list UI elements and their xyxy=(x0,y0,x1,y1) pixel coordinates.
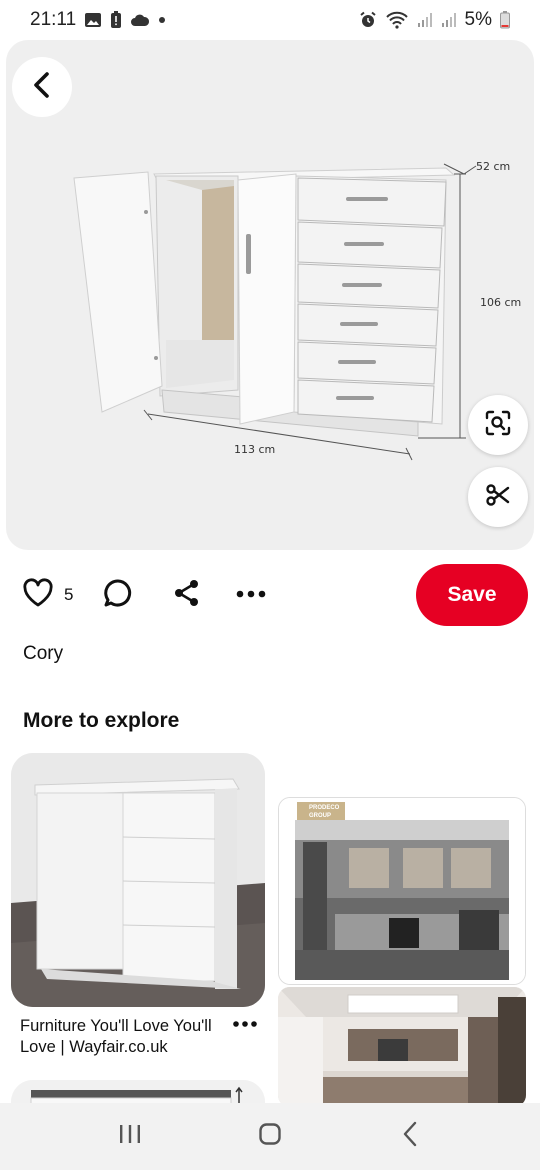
dot-icon xyxy=(158,16,166,24)
explore-pin-kitchen-2[interactable] xyxy=(278,987,526,1107)
image-icon xyxy=(84,11,102,29)
scissors-icon xyxy=(485,482,511,513)
explore-pin-kitchen[interactable]: PRODECO GROUP xyxy=(278,797,526,985)
pin-action-row: 5 Save xyxy=(0,564,540,626)
back-nav-icon xyxy=(402,1121,418,1152)
like-button[interactable]: 5 xyxy=(22,564,73,626)
cabinet-image: 52 cm 106 cm 113 cm xyxy=(73,160,521,461)
back-icon xyxy=(31,71,53,104)
like-count: 5 xyxy=(64,585,74,604)
status-right: 5% xyxy=(359,9,510,31)
share-button[interactable] xyxy=(172,564,202,626)
battery-icon xyxy=(500,11,510,29)
more-icon xyxy=(232,1016,258,1033)
heart-icon xyxy=(22,577,54,613)
nav-back-button[interactable] xyxy=(370,1112,450,1162)
kitchen-photo-2 xyxy=(278,987,526,1107)
back-button[interactable] xyxy=(12,57,72,117)
pin-more-button[interactable] xyxy=(232,1016,258,1034)
battery-alert-icon xyxy=(110,11,122,29)
battery-percent: 5% xyxy=(464,9,492,30)
home-icon xyxy=(258,1122,282,1151)
status-bar: 21:11 5% xyxy=(0,0,540,40)
signal-icon xyxy=(417,12,433,28)
visual-search-icon xyxy=(484,409,512,442)
recents-icon xyxy=(118,1123,142,1150)
cut-out-button[interactable] xyxy=(468,467,528,527)
explore-pin-cabinet[interactable] xyxy=(11,753,265,1007)
system-nav-bar xyxy=(0,1103,540,1170)
pin-image[interactable]: 52 cm 106 cm 113 cm xyxy=(6,40,534,550)
status-time: 21:11 xyxy=(30,9,77,30)
wifi-icon xyxy=(385,11,409,29)
save-button[interactable]: Save xyxy=(416,564,528,626)
comment-button[interactable] xyxy=(102,564,134,626)
recents-button[interactable] xyxy=(90,1112,170,1162)
more-to-explore-heading: More to explore xyxy=(23,709,180,732)
dim-height-label: 106 cm xyxy=(480,296,521,309)
comment-icon xyxy=(102,577,134,614)
home-button[interactable] xyxy=(230,1112,310,1162)
drawers xyxy=(297,177,447,423)
dim-depth-label: 52 cm xyxy=(476,160,510,173)
share-icon xyxy=(172,578,202,613)
creator-name[interactable]: Cory xyxy=(23,643,63,665)
prodeco-logo: PRODECO GROUP xyxy=(309,805,340,819)
signal-icon xyxy=(441,12,457,28)
cloud-icon xyxy=(130,13,150,27)
visual-search-button[interactable] xyxy=(468,395,528,455)
dim-width-label: 113 cm xyxy=(234,443,275,456)
more-options-button[interactable] xyxy=(235,564,267,626)
more-icon xyxy=(235,586,267,604)
kitchen-photo xyxy=(279,798,525,984)
explore-pin-title[interactable]: Furniture You'll Love You'll Love | Wayf… xyxy=(20,1016,230,1058)
status-left: 21:11 xyxy=(30,9,166,31)
cabinet-photo xyxy=(11,753,265,1007)
alarm-icon xyxy=(359,11,377,29)
